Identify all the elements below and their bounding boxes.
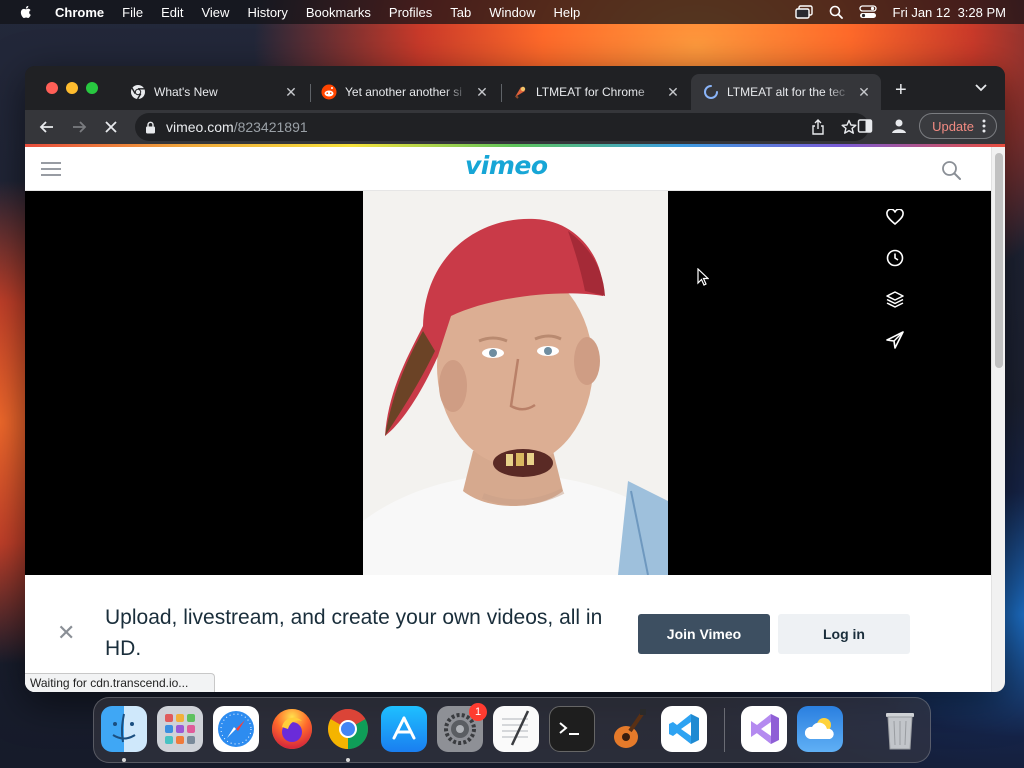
chrome-icon: [131, 85, 145, 100]
forward-button[interactable]: [63, 112, 95, 142]
side-panel-icon[interactable]: [857, 118, 873, 134]
stop-loading-button[interactable]: [95, 112, 127, 142]
tab-ltmeat-alt[interactable]: LTMEAT alt for the tec ✕: [691, 74, 881, 110]
tab-search-chevron-icon[interactable]: [975, 84, 987, 92]
app-store-icon[interactable]: [381, 706, 427, 752]
apple-menu-icon[interactable]: [18, 4, 34, 20]
mouse-pointer-icon: [697, 268, 709, 286]
menu-bookmarks[interactable]: Bookmarks: [297, 5, 380, 20]
log-in-button[interactable]: Log in: [778, 614, 910, 654]
profile-avatar-icon[interactable]: [889, 116, 909, 136]
settings-notification-badge: 1: [469, 703, 487, 721]
video-frame[interactable]: [363, 191, 668, 575]
scrollbar-thumb[interactable]: [995, 153, 1003, 368]
close-banner-icon[interactable]: ✕: [57, 622, 75, 644]
spotlight-search-icon[interactable]: [829, 5, 843, 19]
tab-title: Yet another another si: [345, 85, 462, 99]
chrome-window: What's New ✕ Yet another another si ✕ LT…: [25, 66, 1005, 692]
firefox-icon[interactable]: [269, 706, 315, 752]
weather-icon[interactable]: [797, 706, 843, 752]
vimeo-page: vimeo ✕ Upload, livestream, and create y…: [25, 147, 991, 692]
chrome-running-indicator: [346, 758, 350, 762]
menu-profiles[interactable]: Profiles: [380, 5, 441, 20]
control-center-icon[interactable]: [858, 5, 877, 19]
close-tab-icon[interactable]: ✕: [475, 84, 489, 100]
tab-whats-new[interactable]: What's New ✕: [118, 74, 308, 110]
close-tab-icon[interactable]: ✕: [284, 84, 298, 100]
kebab-menu-icon: [982, 119, 986, 133]
safari-icon[interactable]: [213, 706, 259, 752]
screen-mirroring-icon[interactable]: [794, 5, 813, 19]
browser-toolbar: vimeo.com/823421891 Update: [25, 110, 1005, 144]
extension-icon: [515, 86, 526, 99]
search-icon[interactable]: [941, 160, 961, 180]
menubar-clock[interactable]: Fri Jan 12 3:28 PM: [893, 5, 1006, 20]
page-scrollbar[interactable]: [991, 147, 1005, 692]
menu-edit[interactable]: Edit: [152, 5, 192, 20]
macos-menubar: Chrome File Edit View History Bookmarks …: [0, 0, 1024, 24]
close-window-button[interactable]: [46, 82, 58, 94]
minimize-window-button[interactable]: [66, 82, 78, 94]
menu-history[interactable]: History: [238, 5, 296, 20]
trash-icon[interactable]: [877, 706, 923, 752]
hamburger-menu-icon[interactable]: [41, 161, 61, 177]
new-tab-button[interactable]: +: [895, 80, 907, 100]
update-chrome-button[interactable]: Update: [919, 113, 997, 139]
visual-studio-icon[interactable]: [741, 706, 787, 752]
menu-view[interactable]: View: [192, 5, 238, 20]
tab-title: LTMEAT alt for the tec: [727, 85, 846, 99]
garageband-icon[interactable]: [605, 706, 651, 752]
menu-file[interactable]: File: [113, 5, 152, 20]
close-tab-icon[interactable]: ✕: [857, 84, 871, 100]
menu-window[interactable]: Window: [480, 5, 544, 20]
bookmark-star-icon[interactable]: [841, 119, 857, 135]
launchpad-icon[interactable]: [157, 706, 203, 752]
back-button[interactable]: [31, 112, 63, 142]
url-path: /823421891: [233, 119, 308, 135]
loading-spinner-icon: [704, 85, 718, 99]
vscode-icon[interactable]: [661, 706, 707, 752]
share-icon[interactable]: [811, 119, 825, 135]
like-heart-icon[interactable]: [883, 205, 907, 229]
vimeo-logo[interactable]: vimeo: [465, 151, 548, 180]
stop-x-icon: [105, 121, 117, 133]
forward-arrow-icon: [73, 121, 87, 133]
url-domain: vimeo.com: [166, 119, 234, 135]
tab-strip: What's New ✕ Yet another another si ✕ LT…: [25, 66, 1005, 110]
lock-icon[interactable]: [145, 121, 156, 134]
finder-icon[interactable]: [101, 706, 147, 752]
macos-dock: 1: [93, 697, 931, 763]
textedit-icon[interactable]: [493, 706, 539, 752]
address-bar[interactable]: vimeo.com/823421891: [135, 113, 869, 141]
tab-title: LTMEAT for Chrome: [536, 85, 645, 99]
menu-tab[interactable]: Tab: [441, 5, 480, 20]
chrome-app-icon[interactable]: [325, 706, 371, 752]
tab-title: What's New: [154, 85, 218, 99]
video-action-icons: [883, 205, 907, 352]
share-paper-plane-icon[interactable]: [883, 328, 907, 352]
reddit-icon: [321, 84, 337, 100]
collections-layers-icon[interactable]: [883, 287, 907, 311]
banner-headline: Upload, livestream, and create your own …: [105, 606, 603, 660]
zoom-window-button[interactable]: [86, 82, 98, 94]
video-thumbnail-person: [363, 191, 668, 575]
join-vimeo-button[interactable]: Join Vimeo: [638, 614, 770, 654]
window-controls: [46, 82, 98, 94]
video-player[interactable]: [25, 191, 991, 575]
close-tab-icon[interactable]: ✕: [666, 84, 680, 100]
status-bubble: Waiting for cdn.transcend.io...: [25, 673, 216, 692]
terminal-icon[interactable]: [549, 706, 595, 752]
menu-help[interactable]: Help: [545, 5, 590, 20]
tab-ltmeat-chrome[interactable]: LTMEAT for Chrome ✕: [500, 74, 690, 110]
update-label: Update: [932, 118, 974, 134]
finder-running-indicator: [122, 758, 126, 762]
dock-separator: [724, 708, 725, 752]
vimeo-header: vimeo: [25, 147, 991, 191]
tab-reddit[interactable]: Yet another another si ✕: [309, 74, 499, 110]
back-arrow-icon: [39, 121, 53, 133]
menu-app-name[interactable]: Chrome: [46, 5, 113, 20]
watch-later-clock-icon[interactable]: [883, 246, 907, 270]
